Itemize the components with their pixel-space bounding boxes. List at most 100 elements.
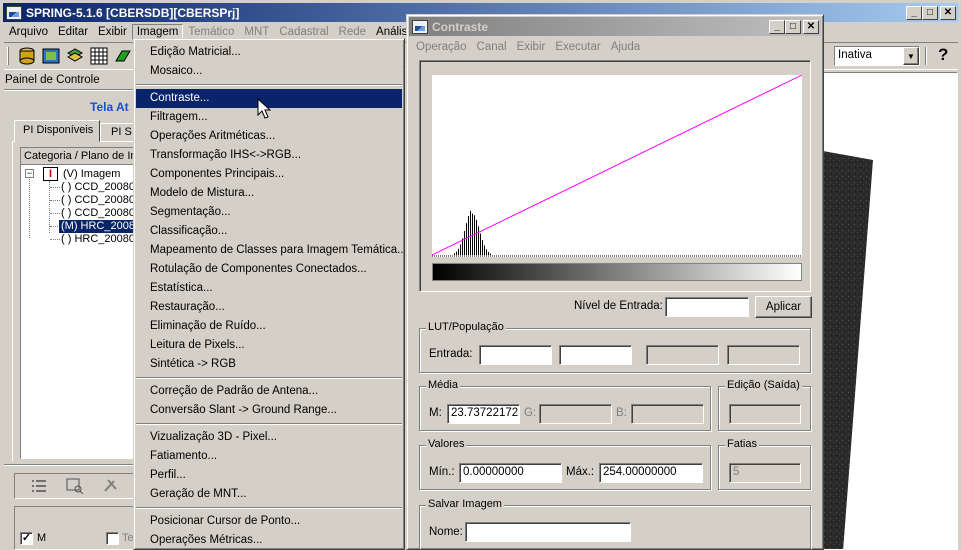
- entrada-label: Entrada:: [429, 348, 473, 360]
- menu-item-classificacao[interactable]: Classificação...: [134, 222, 404, 241]
- g-label: G:: [524, 407, 537, 419]
- histogram-bar: [454, 253, 455, 255]
- edit-vector-icon[interactable]: [114, 47, 132, 65]
- database-icon[interactable]: [18, 47, 36, 65]
- aplicar-button[interactable]: Aplicar: [755, 296, 812, 318]
- menu-tematico[interactable]: Temático: [183, 26, 239, 38]
- menu-rede[interactable]: Rede: [334, 26, 372, 38]
- close-icon[interactable]: ✕: [803, 19, 819, 34]
- menu-item-conversao-slant[interactable]: Conversão Slant -> Ground Range...: [134, 401, 404, 420]
- tools-icon[interactable]: [102, 477, 120, 496]
- grid-icon[interactable]: [90, 47, 108, 65]
- menu-item-visualizacao-3d[interactable]: Vizualização 3D - Pixel...: [134, 428, 404, 447]
- menu-item-transformacao-ihs[interactable]: Transformação IHS<->RGB...: [134, 146, 404, 165]
- menu-item-posicionar-cursor[interactable]: Posicionar Cursor de Ponto...: [134, 512, 404, 531]
- menu-editar[interactable]: Editar: [53, 26, 93, 38]
- max-input[interactable]: 254.00000000: [599, 463, 703, 483]
- pi-tree-list[interactable]: Categoria / Plano de In − I (V) Imagem (…: [20, 147, 144, 459]
- menu-item-modelo-mistura[interactable]: Modelo de Mistura...: [134, 184, 404, 203]
- menu-item-fatiamento[interactable]: Fatiamento...: [134, 447, 404, 466]
- tree-item-hrc-2[interactable]: ( ) HRC_20080: [61, 233, 135, 246]
- satellite-image: [823, 151, 873, 549]
- tree-item-ccd-3[interactable]: ( ) CCD_20080: [61, 207, 135, 220]
- menu-item-restauracao[interactable]: Restauração...: [134, 298, 404, 317]
- menu-item-eliminacao-ruido[interactable]: Eliminação de Ruído...: [134, 317, 404, 336]
- display-area[interactable]: [822, 72, 958, 550]
- menu-exibir-contraste[interactable]: Exibir: [512, 41, 551, 53]
- saida-input-2: [727, 345, 800, 365]
- histogram-bar: [466, 223, 467, 255]
- menu-item-geracao-mnt[interactable]: Geração de MNT...: [134, 485, 404, 504]
- check-m-checkbox[interactable]: ✓: [20, 532, 33, 545]
- menu-mnt[interactable]: MNT: [239, 26, 274, 38]
- layers-icon[interactable]: [66, 47, 84, 65]
- nivel-entrada-label: Nível de Entrada:: [574, 300, 663, 312]
- min-label: Mín.:: [429, 466, 455, 478]
- min-input[interactable]: 0.00000000: [459, 463, 562, 483]
- menu-item-operacoes-metricas[interactable]: Operações Métricas...: [134, 531, 404, 549]
- histogram-bar: [456, 251, 457, 255]
- histogram-bar: [488, 251, 489, 255]
- histogram-bar: [478, 226, 479, 255]
- zoom-window-icon[interactable]: [66, 478, 84, 497]
- histogram-bar: [462, 238, 463, 255]
- histogram-bar: [476, 219, 477, 255]
- menu-item-operacoes-aritmeticas[interactable]: Operações Aritméticas...: [134, 127, 404, 146]
- tree-item-ccd-2[interactable]: ( ) CCD_20080: [61, 194, 135, 207]
- image-project-icon[interactable]: [42, 47, 60, 65]
- tree-item-imagem[interactable]: (V) Imagem: [63, 168, 120, 181]
- inativa-select[interactable]: Inativa ▼: [834, 46, 920, 66]
- edicao-saida-input: [729, 404, 801, 424]
- menu-exibir[interactable]: Exibir: [93, 26, 132, 38]
- histogram-bar: [484, 245, 485, 255]
- close-icon[interactable]: ✕: [940, 5, 956, 20]
- tree-item-hrc-selected[interactable]: (M) HRC_2008: [59, 220, 137, 233]
- menu-ajuda[interactable]: Ajuda: [606, 41, 645, 53]
- nome-input[interactable]: [465, 522, 631, 542]
- check-m-label: M: [37, 532, 47, 544]
- menu-arquivo[interactable]: Arquivo: [4, 26, 53, 38]
- menu-item-componentes-principais[interactable]: Componentes Principais...: [134, 165, 404, 184]
- tree-item-ccd-1[interactable]: ( ) CCD_20080: [61, 181, 135, 194]
- menu-separator: [136, 507, 402, 509]
- menu-item-edicao-matricial[interactable]: Edição Matricial...: [134, 43, 404, 62]
- menu-canal[interactable]: Canal: [472, 41, 512, 53]
- histogram-bar: [490, 253, 491, 255]
- minimize-icon[interactable]: _: [906, 5, 922, 20]
- contraste-menubar: Operação Canal Exibir Executar Ajuda: [411, 37, 645, 56]
- category-column-header[interactable]: Categoria / Plano de In: [21, 148, 143, 165]
- list-view-icon[interactable]: [30, 478, 48, 497]
- menu-operacao[interactable]: Operação: [411, 41, 472, 53]
- menu-item-leitura-pixels[interactable]: Leitura de Pixels...: [134, 336, 404, 355]
- maximize-icon[interactable]: □: [922, 5, 938, 20]
- check-te-checkbox[interactable]: [106, 532, 119, 545]
- histogram-bar: [468, 215, 469, 255]
- nivel-entrada-input[interactable]: [665, 297, 749, 317]
- menu-executar[interactable]: Executar: [550, 41, 605, 53]
- maximize-icon[interactable]: □: [785, 19, 801, 34]
- nome-label: Nome:: [429, 526, 463, 538]
- menu-item-sintetica-rgb[interactable]: Sintética -> RGB: [134, 355, 404, 374]
- menu-item-estatistica[interactable]: Estatística...: [134, 279, 404, 298]
- menu-item-perfil[interactable]: Perfil...: [134, 466, 404, 485]
- menu-cadastral[interactable]: Cadastral: [274, 26, 333, 38]
- help-icon[interactable]: ?: [938, 45, 948, 65]
- menu-item-mosaico[interactable]: Mosaico...: [134, 62, 404, 81]
- entrada-input-2[interactable]: [559, 345, 632, 365]
- tree-expand-icon[interactable]: −: [25, 169, 34, 178]
- tab-pi-disponiveis[interactable]: PI Disponíveis: [14, 120, 100, 142]
- menu-item-segmentacao[interactable]: Segmentação...: [134, 203, 404, 222]
- menu-item-correcao-antena[interactable]: Correção de Padrão de Antena...: [134, 382, 404, 401]
- menu-item-mapeamento-classes[interactable]: Mapeamento de Classes para Imagem Temáti…: [134, 241, 404, 260]
- media-m-input[interactable]: 23.73722172: [447, 404, 520, 424]
- histogram-bar: [474, 215, 475, 255]
- main-window-title: SPRING-5.1.6 [CBERSDB][CBERSPrj]: [26, 5, 240, 20]
- entrada-input-1[interactable]: [479, 345, 552, 365]
- chevron-down-icon[interactable]: ▼: [903, 47, 919, 65]
- b-label: B:: [616, 407, 627, 419]
- menu-separator: [136, 84, 402, 86]
- contraste-app-icon: [412, 19, 428, 34]
- minimize-icon[interactable]: _: [769, 19, 785, 34]
- menu-item-rotulacao[interactable]: Rotulação de Componentes Conectados...: [134, 260, 404, 279]
- histogram-panel[interactable]: [419, 60, 811, 292]
